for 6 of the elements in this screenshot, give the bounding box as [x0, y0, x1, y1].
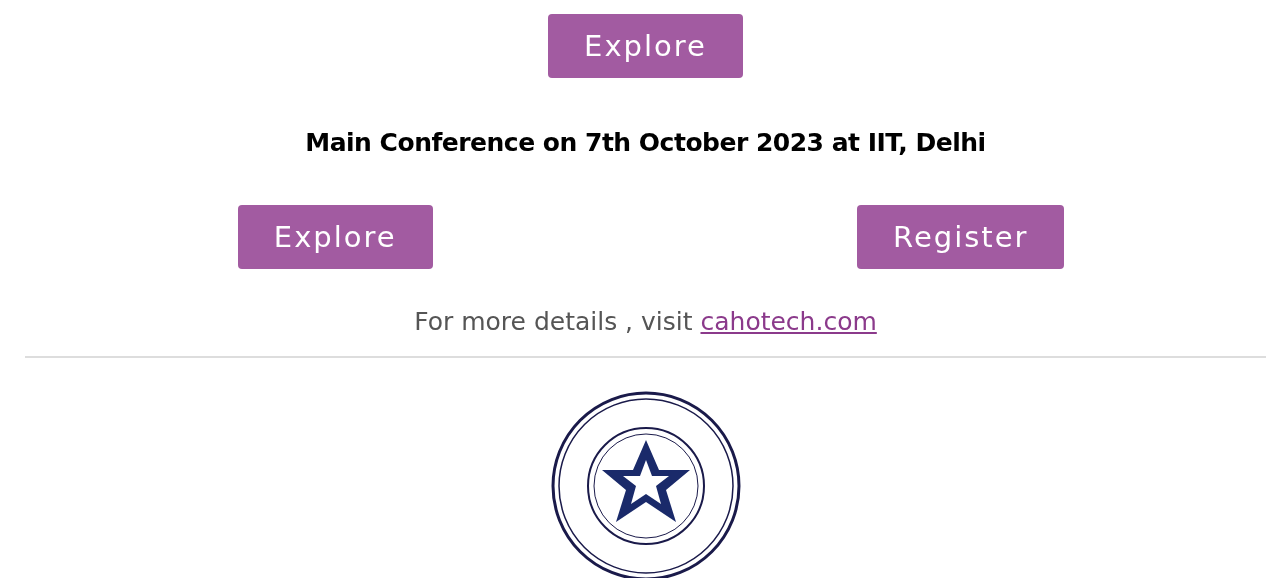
- details-text: For more details , visit cahotech.com: [413, 307, 878, 336]
- explore-button[interactable]: Explore: [548, 14, 743, 78]
- website-link[interactable]: cahotech.com: [700, 307, 877, 336]
- conference-heading: Main Conference on 7th October 2023 at IIT, Delhi: [304, 128, 987, 157]
- explore-button[interactable]: Explore: [237, 205, 433, 269]
- register-button[interactable]: Register: [857, 205, 1065, 269]
